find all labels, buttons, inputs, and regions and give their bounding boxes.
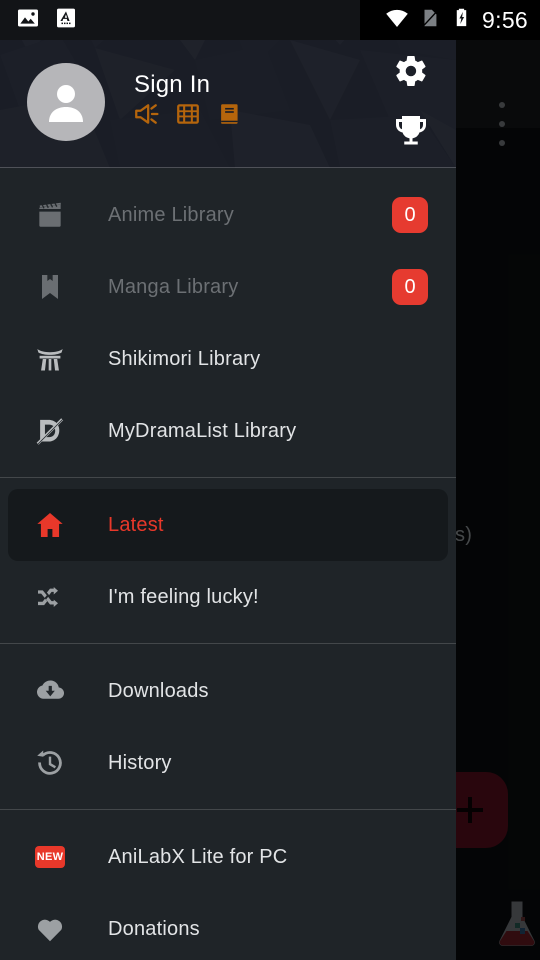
sidebar-item-label: Donations bbox=[108, 917, 200, 940]
sidebar-item-label: Manga Library bbox=[108, 275, 239, 298]
clapperboard-icon bbox=[32, 197, 68, 233]
sidebar-item-shikimori-library[interactable]: Shikimori Library bbox=[8, 323, 448, 395]
announcement-icon[interactable] bbox=[133, 101, 159, 132]
account-name[interactable]: Sign In bbox=[134, 71, 210, 99]
film-strip-icon[interactable] bbox=[175, 101, 201, 132]
mydramalist-icon bbox=[32, 413, 68, 449]
sidebar-item-label: I'm feeling lucky! bbox=[108, 585, 259, 608]
sidebar-item-label: AniLabX Lite for PC bbox=[108, 845, 288, 868]
download-cloud-icon bbox=[32, 673, 68, 709]
home-icon bbox=[32, 507, 68, 543]
drawer-menu-list: Anime Library 0 Manga Library 0 Shikimor… bbox=[0, 168, 456, 960]
sim-card-icon bbox=[419, 7, 441, 34]
status-badge: 0 bbox=[392, 269, 428, 305]
trophy-icon[interactable] bbox=[390, 110, 432, 152]
header-action-column bbox=[390, 50, 432, 152]
shuffle-icon bbox=[32, 579, 68, 615]
sidebar-item-downloads[interactable]: Downloads bbox=[8, 655, 448, 727]
plus-icon bbox=[457, 797, 483, 823]
sidebar-item-label: History bbox=[108, 751, 172, 774]
translate-icon bbox=[54, 6, 78, 35]
sidebar-item-latest[interactable]: Latest bbox=[8, 489, 448, 561]
sidebar-item-label: Shikimori Library bbox=[108, 347, 261, 370]
book-icon[interactable] bbox=[217, 101, 243, 132]
status-bar: 9:56 bbox=[0, 0, 540, 40]
account-badge-row bbox=[133, 101, 243, 132]
sidebar-item-label: Downloads bbox=[108, 679, 209, 702]
sidebar-item-history[interactable]: History bbox=[8, 727, 448, 799]
avatar[interactable] bbox=[27, 63, 105, 141]
sidebar-item-donations[interactable]: Donations bbox=[8, 893, 448, 960]
status-bar-notifications bbox=[0, 6, 78, 35]
bookmark-icon bbox=[32, 269, 68, 305]
status-badge: 0 bbox=[392, 197, 428, 233]
sidebar-item-mydramalist-library[interactable]: MyDramaList Library bbox=[8, 395, 448, 467]
sidebar-item-anilabx-lite-for-pc[interactable]: NEW AniLabX Lite for PC bbox=[8, 821, 448, 893]
sidebar-item-label: Latest bbox=[108, 513, 164, 536]
heart-icon bbox=[32, 911, 68, 947]
sidebar-item-label: Anime Library bbox=[108, 203, 234, 226]
new-label: NEW bbox=[35, 846, 65, 868]
settings-gear-icon[interactable] bbox=[390, 50, 432, 92]
flask-logo-icon bbox=[495, 898, 539, 948]
navigation-drawer: Sign In Anime Library 0 Manga Library 0 … bbox=[0, 0, 456, 960]
app-partial-text: s) bbox=[455, 524, 473, 546]
new-badge-icon: NEW bbox=[32, 839, 68, 875]
sidebar-item-manga-library[interactable]: Manga Library 0 bbox=[8, 251, 448, 323]
status-clock: 9:56 bbox=[482, 6, 528, 33]
sidebar-item-im-feeling-lucky[interactable]: I'm feeling lucky! bbox=[8, 561, 448, 633]
history-clock-icon bbox=[32, 745, 68, 781]
overflow-menu-icon[interactable] bbox=[498, 102, 506, 146]
shikimori-torii-icon bbox=[32, 341, 68, 377]
battery-charging-icon bbox=[451, 7, 472, 33]
phone-screen: s) Sign In Anime Library 0 Manga Library… bbox=[0, 0, 540, 960]
status-bar-system: 9:56 bbox=[385, 0, 540, 40]
wifi-icon bbox=[385, 6, 409, 35]
person-icon bbox=[49, 85, 83, 122]
image-icon bbox=[16, 6, 40, 35]
sidebar-item-label: MyDramaList Library bbox=[108, 419, 297, 442]
sidebar-item-anime-library[interactable]: Anime Library 0 bbox=[8, 179, 448, 251]
